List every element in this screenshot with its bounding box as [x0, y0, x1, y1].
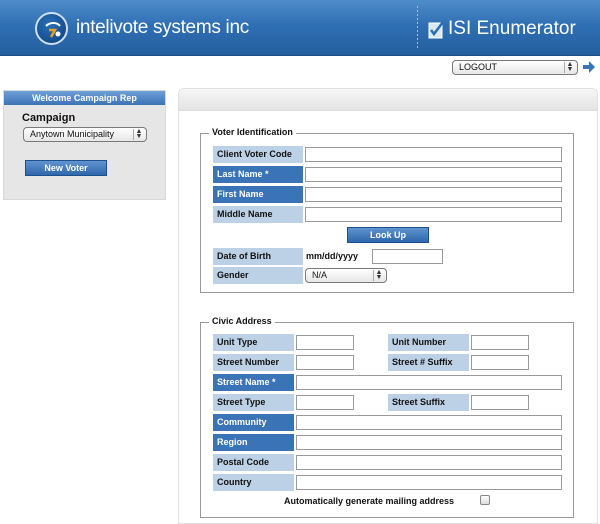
- civic-address-legend: Civic Address: [209, 316, 275, 326]
- campaign-select[interactable]: Anytown Municipality ▲ ▼: [23, 127, 147, 142]
- date-of-birth-format-hint: mm/dd/yyyy: [306, 251, 359, 261]
- unit-number-input[interactable]: [471, 335, 529, 350]
- auto-mailing-address-checkbox[interactable]: [480, 495, 490, 505]
- campaign-select-value: Anytown Municipality: [30, 129, 115, 139]
- street-type-input[interactable]: [296, 395, 354, 410]
- welcome-banner: Welcome Campaign Rep: [4, 91, 165, 105]
- street-suffix-input[interactable]: [471, 395, 529, 410]
- gender-select[interactable]: N/A ▲ ▼: [305, 268, 387, 283]
- app-header: intelivote systems inc ISI Enumerator: [0, 0, 600, 56]
- street-name-label: Street Name *: [213, 374, 294, 391]
- gender-label: Gender: [213, 267, 303, 284]
- last-name-label: Last Name *: [213, 166, 303, 183]
- client-voter-code-input[interactable]: [305, 147, 562, 162]
- select-arrows-icon: ▲ ▼: [133, 128, 144, 140]
- street-type-label: Street Type: [213, 394, 294, 411]
- region-label: Region: [213, 434, 294, 451]
- country-label: Country: [213, 474, 294, 491]
- logout-go-arrow-icon[interactable]: [582, 60, 596, 74]
- unit-type-label: Unit Type: [213, 334, 294, 351]
- first-name-label: First Name: [213, 186, 303, 203]
- date-of-birth-input[interactable]: [372, 249, 443, 264]
- intelivote-logo-icon: [35, 12, 68, 45]
- voter-identification-legend: Voter Identification: [209, 127, 296, 137]
- country-input[interactable]: [296, 475, 562, 490]
- street-number-label: Street Number: [213, 354, 294, 371]
- select-arrows-icon: ▲ ▼: [373, 269, 384, 281]
- clipboard-check-icon: [428, 21, 444, 39]
- header-divider: [417, 6, 418, 50]
- date-of-birth-label: Date of Birth: [213, 248, 303, 265]
- logout-select[interactable]: LOGOUT ▲ ▼: [452, 60, 578, 75]
- street-number-input[interactable]: [296, 355, 354, 370]
- new-voter-button[interactable]: New Voter: [25, 160, 107, 176]
- auto-mailing-address-label: Automatically generate mailing address: [284, 496, 455, 506]
- last-name-input[interactable]: [305, 167, 562, 182]
- street-number-suffix-label: Street # Suffix: [388, 354, 469, 371]
- logout-select-value: LOGOUT: [459, 62, 498, 72]
- middle-name-label: Middle Name: [213, 206, 303, 223]
- product-name: ISI Enumerator: [448, 18, 576, 39]
- community-label: Community: [213, 414, 294, 431]
- unit-type-input[interactable]: [296, 335, 354, 350]
- look-up-button[interactable]: Look Up: [347, 227, 429, 243]
- postal-code-input[interactable]: [296, 455, 562, 470]
- select-arrows-icon: ▲ ▼: [564, 61, 575, 73]
- client-voter-code-label: Client Voter Code: [213, 146, 303, 163]
- community-input[interactable]: [296, 415, 562, 430]
- unit-number-label: Unit Number: [388, 334, 469, 351]
- main-panel-header: [179, 89, 597, 111]
- postal-code-label: Postal Code: [213, 454, 294, 471]
- region-input[interactable]: [296, 435, 562, 450]
- sidebar: Welcome Campaign Rep Campaign Anytown Mu…: [3, 90, 166, 200]
- campaign-label: Campaign: [22, 112, 76, 124]
- street-name-input[interactable]: [296, 375, 562, 390]
- gender-select-value: N/A: [312, 270, 328, 280]
- street-suffix-label: Street Suffix: [388, 394, 469, 411]
- first-name-input[interactable]: [305, 187, 562, 202]
- street-number-suffix-input[interactable]: [471, 355, 529, 370]
- middle-name-input[interactable]: [305, 207, 562, 222]
- brand-name: intelivote systems inc: [76, 17, 249, 38]
